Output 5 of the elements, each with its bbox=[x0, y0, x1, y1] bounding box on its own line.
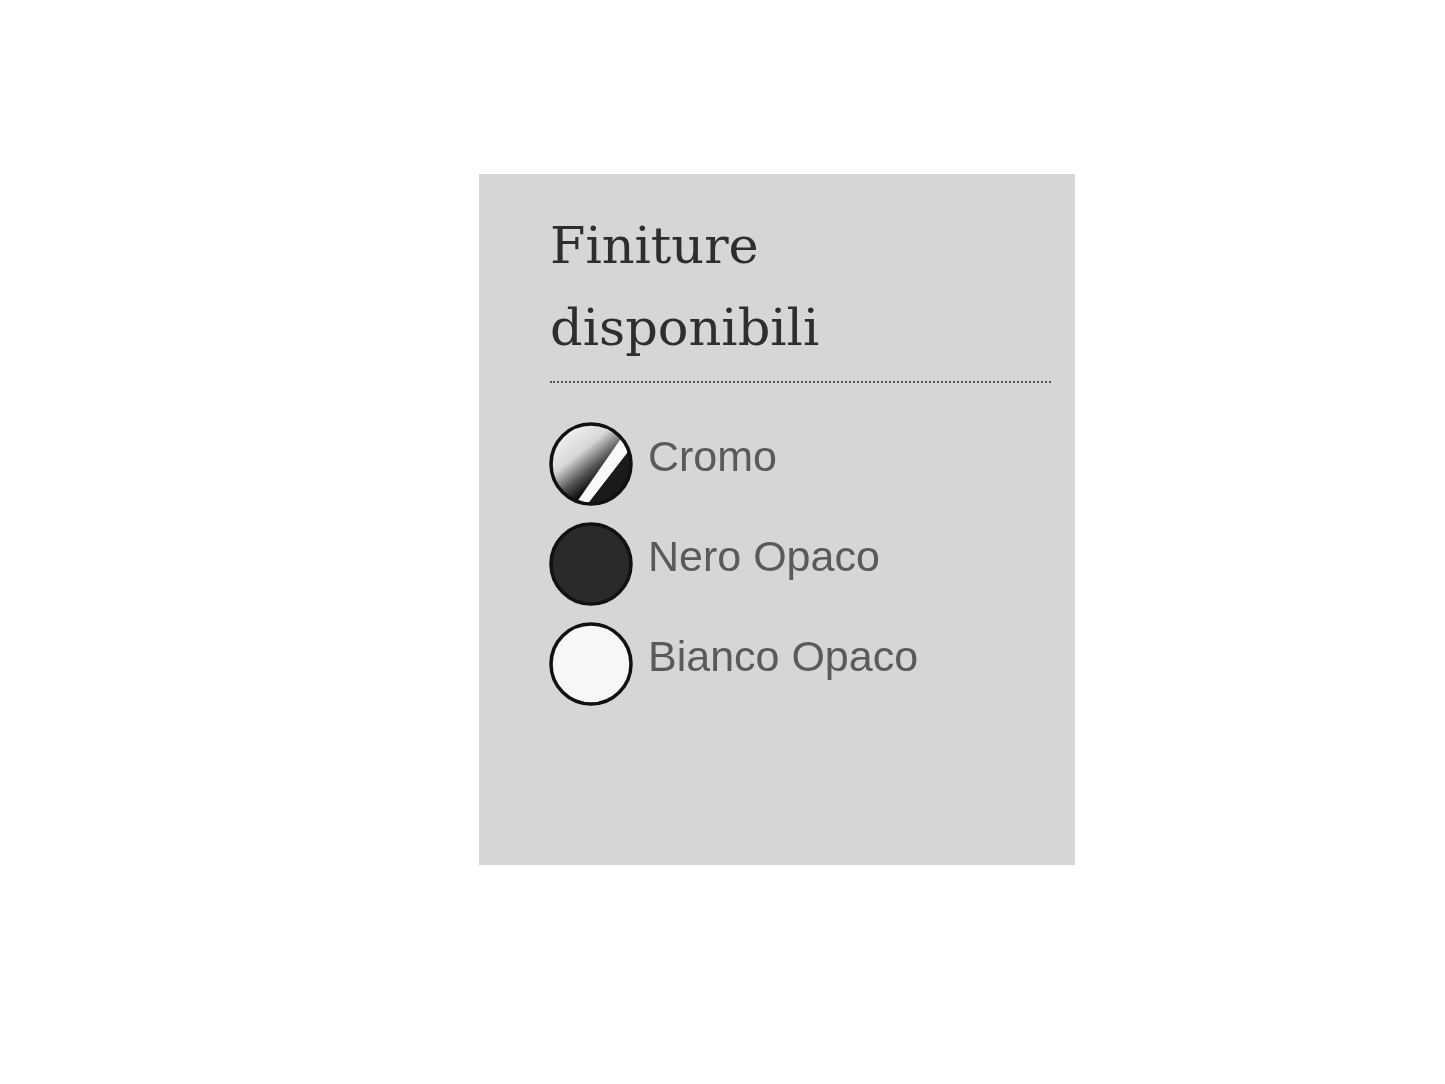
finish-label: Nero Opaco bbox=[648, 532, 880, 580]
finish-label: Cromo bbox=[648, 432, 778, 480]
finish-label: Bianco Opaco bbox=[648, 632, 919, 680]
chrome-swatch-icon bbox=[548, 421, 634, 507]
panel-title: Finiture disponibili bbox=[550, 215, 821, 359]
